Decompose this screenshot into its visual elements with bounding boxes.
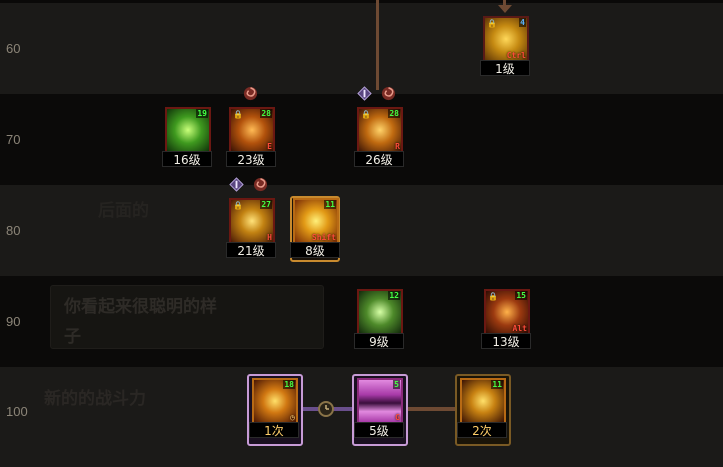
hotkey-label: Ctrl: [506, 51, 526, 60]
hotkey-label: E: [267, 142, 272, 151]
skill-slot[interactable]: 🔒 15 Alt 13级: [481, 289, 531, 351]
hotkey-label: R: [395, 142, 400, 151]
skill-slot[interactable]: 11 2次: [457, 378, 507, 440]
skill-level-label: 16级: [162, 151, 212, 167]
hotkey-label: Shift: [311, 233, 336, 242]
skill-level-label: 13级: [481, 333, 531, 349]
level-row-60: 60: [0, 3, 723, 94]
skill-count: 11: [324, 200, 336, 209]
ghost-text: 后面的: [98, 201, 149, 220]
skill-level-label: 1级: [480, 60, 530, 76]
lock-icon: 🔒: [233, 110, 243, 119]
skill-level-label: 26级: [354, 151, 404, 167]
skill-icon[interactable]: 11: [460, 378, 506, 424]
skill-level-label: 9级: [354, 333, 404, 349]
diamond-badge-icon: [357, 86, 372, 101]
skill-level-label: 2次: [457, 422, 507, 438]
skill-icon[interactable]: 🔒 28 E: [229, 107, 275, 153]
skill-level-label: 1次: [249, 422, 299, 438]
link-line: [402, 407, 458, 411]
skill-icon[interactable]: 🔒 4 Ctrl: [483, 16, 529, 62]
skill-icon[interactable]: 18 ◷: [252, 378, 298, 424]
hotkey-label: G: [395, 413, 400, 422]
skill-slot[interactable]: 11 Shift 8级: [290, 198, 340, 260]
skill-tree-panel: 60 70 80 90 100 你看起来很聪明的样 子 新的的战斗力 后面的 🔒…: [0, 0, 723, 467]
clock-icon: ◷: [290, 413, 295, 422]
skill-slot[interactable]: 18 ◷ 1次: [249, 378, 299, 440]
swirl-badge-icon: [253, 177, 268, 192]
skill-slot[interactable]: 5 G 5级: [354, 378, 404, 440]
skill-icon[interactable]: 12: [357, 289, 403, 335]
skill-count: 11: [491, 380, 503, 389]
skill-count: 12: [388, 291, 400, 300]
hotkey-label: H: [267, 233, 272, 242]
clock-icon: [318, 401, 334, 417]
skill-slot[interactable]: 🔒 4 Ctrl 1级: [480, 16, 530, 78]
skill-level-label: 23级: [226, 151, 276, 167]
skill-count: 28: [388, 109, 400, 118]
skill-slot[interactable]: 🔒 28 E 23级: [226, 107, 276, 169]
skill-slot[interactable]: 19 16级: [162, 107, 212, 169]
skill-icon[interactable]: 5 G: [357, 378, 403, 424]
skill-count: 4: [519, 18, 526, 27]
skill-icon[interactable]: 11 Shift: [293, 198, 339, 244]
skill-slot[interactable]: 🔒 28 R 26级: [354, 107, 404, 169]
skill-count: 28: [260, 109, 272, 118]
level-label: 70: [6, 132, 21, 147]
level-label: 100: [6, 404, 28, 419]
level-label: 60: [6, 41, 21, 56]
diamond-badge-icon: [229, 177, 244, 192]
lock-icon: 🔒: [361, 110, 371, 119]
arrow-down-icon: [498, 5, 512, 13]
lock-icon: 🔒: [487, 19, 497, 28]
lock-icon: 🔒: [233, 201, 243, 210]
skill-count: 19: [196, 109, 208, 118]
skill-slot[interactable]: 🔒 27 H 21级: [226, 198, 276, 260]
skill-icon[interactable]: 🔒 15 Alt: [484, 289, 530, 335]
skill-level-label: 8级: [290, 242, 340, 258]
skill-icon[interactable]: 19: [165, 107, 211, 153]
level-label: 80: [6, 223, 21, 238]
lock-icon: 🔒: [488, 292, 498, 301]
swirl-badge-icon: [243, 86, 258, 101]
ghost-text: 新的的战斗力: [44, 389, 146, 408]
hotkey-label: Alt: [512, 324, 527, 333]
skill-icon[interactable]: 🔒 27 H: [229, 198, 275, 244]
prerequisite-line: [376, 0, 379, 90]
ghost-text: 你看起来很聪明的样: [64, 297, 217, 316]
skill-level-label: 21级: [226, 242, 276, 258]
skill-count: 27: [260, 200, 272, 209]
skill-count: 18: [283, 380, 295, 389]
level-label: 90: [6, 314, 21, 329]
skill-count: 15: [515, 291, 527, 300]
skill-level-label: 5级: [354, 422, 404, 438]
skill-count: 5: [393, 380, 400, 389]
ghost-text: 子: [64, 327, 81, 346]
skill-icon[interactable]: 🔒 28 R: [357, 107, 403, 153]
skill-slot[interactable]: 12 9级: [354, 289, 404, 351]
swirl-badge-icon: [381, 86, 396, 101]
